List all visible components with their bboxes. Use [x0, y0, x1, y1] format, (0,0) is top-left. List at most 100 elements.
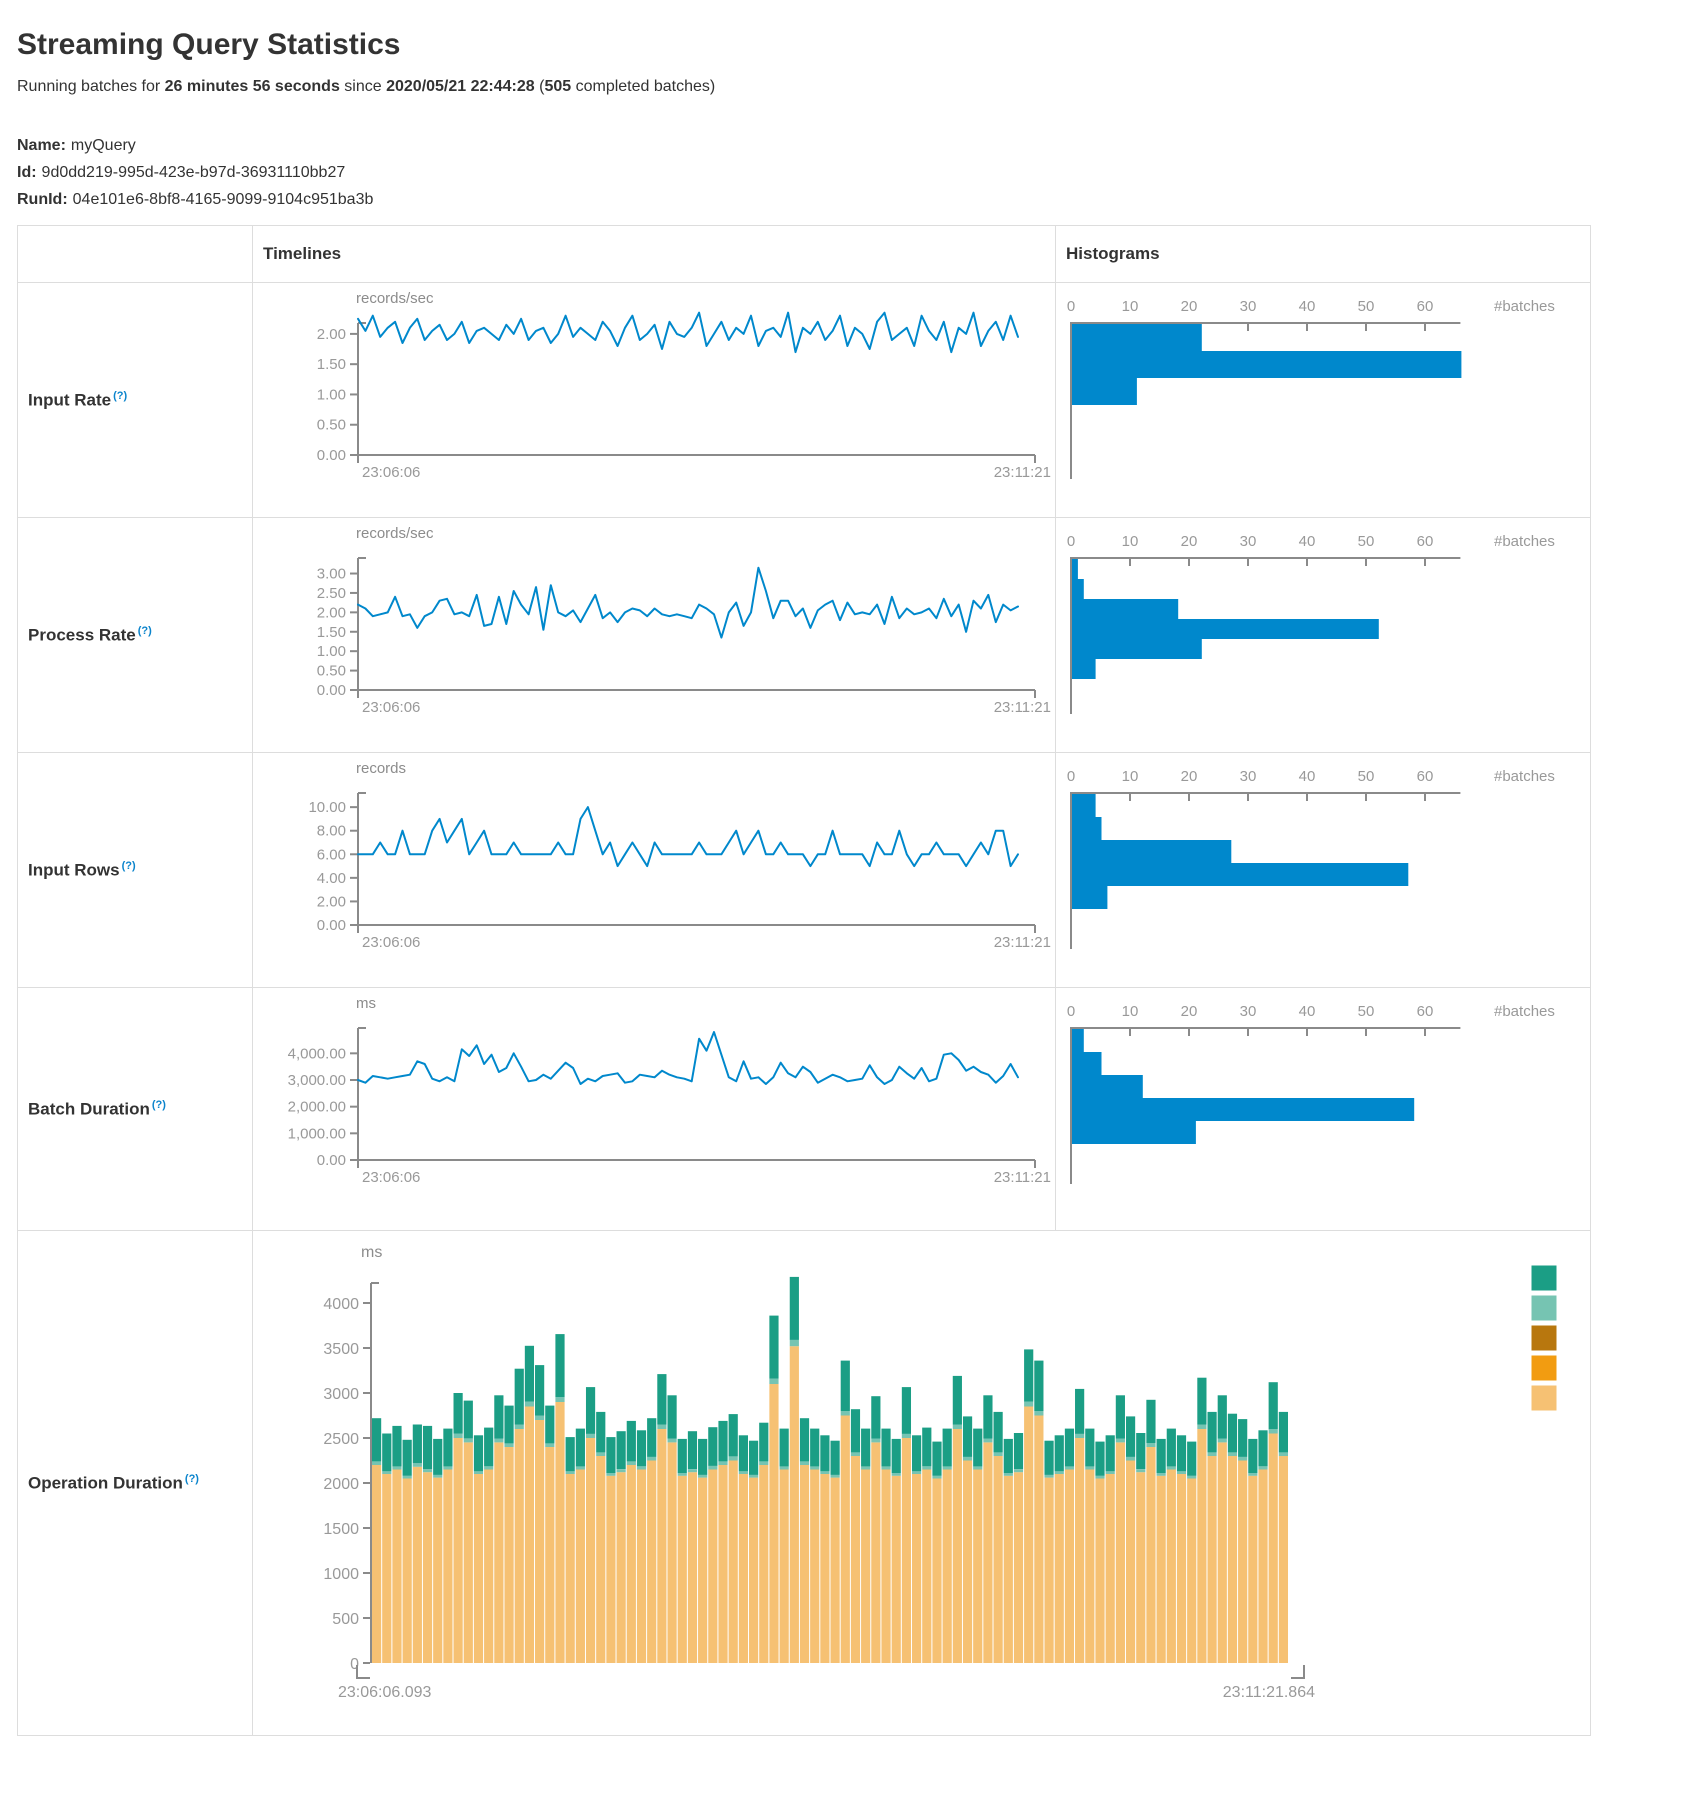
svg-text:30: 30: [1240, 768, 1257, 785]
svg-text:#batches: #batches: [1494, 1003, 1555, 1020]
svg-text:2000: 2000: [323, 1476, 359, 1493]
summary-mid: since: [340, 78, 386, 95]
process-rate-row: Process Rate(?) records/sec3.002.502.001…: [18, 518, 1591, 753]
svg-text:23:06:06: 23:06:06: [362, 464, 420, 481]
svg-text:60: 60: [1417, 533, 1434, 550]
svg-text:0.00: 0.00: [317, 447, 346, 464]
metric-column-header: [18, 226, 253, 283]
batch-duration-histogram-chart: 0102030405060#batches: [1056, 988, 1590, 1222]
svg-text:23:06:06: 23:06:06: [362, 1169, 420, 1186]
svg-text:1.50: 1.50: [317, 356, 346, 373]
query-name-label: Name:: [17, 137, 66, 154]
svg-text:23:06:06.093: 23:06:06.093: [338, 1684, 432, 1701]
svg-text:3,000.00: 3,000.00: [288, 1072, 346, 1089]
query-name-value: myQuery: [71, 137, 136, 154]
operation-duration-row: Operation Duration(?) ms4000350030002500…: [18, 1231, 1591, 1736]
input-rate-row: Input Rate(?) records/sec2.001.501.000.5…: [18, 283, 1591, 518]
svg-text:0: 0: [1067, 1003, 1075, 1020]
batch-duration-timeline-chart: ms4,000.003,000.002,000.001,000.000.0023…: [253, 988, 1055, 1222]
svg-text:50: 50: [1358, 768, 1375, 785]
row-label-input-rows: Input Rows(?): [18, 753, 253, 988]
svg-text:23:11:21: 23:11:21: [994, 1169, 1051, 1186]
svg-text:10: 10: [1122, 533, 1139, 550]
svg-text:50: 50: [1358, 533, 1375, 550]
svg-text:1.50: 1.50: [317, 624, 346, 641]
svg-text:10.00: 10.00: [308, 799, 346, 816]
svg-text:2,000.00: 2,000.00: [288, 1099, 346, 1116]
svg-text:3000: 3000: [323, 1386, 359, 1403]
query-id-line: Id: 9d0dd219-995d-423e-b97d-36931110bb27: [17, 159, 1676, 186]
column-header-timelines: Timelines: [253, 226, 1056, 283]
query-id-value: 9d0dd219-995d-423e-b97d-36931110bb27: [42, 164, 346, 181]
start-timestamp: 2020/05/21 22:44:28: [386, 78, 535, 95]
summary-suffix: completed batches): [571, 78, 715, 95]
svg-text:0: 0: [1067, 768, 1075, 785]
svg-text:4,000.00: 4,000.00: [288, 1045, 346, 1062]
help-icon-input-rate[interactable]: (?): [113, 390, 127, 402]
row-label-process-rate: Process Rate(?): [18, 518, 253, 753]
svg-text:10: 10: [1122, 1003, 1139, 1020]
summary-prefix: Running batches for: [17, 78, 165, 95]
completed-batch-count: 505: [544, 78, 571, 95]
svg-text:30: 30: [1240, 1003, 1257, 1020]
query-runid-line: RunId:04e101e6-8bf8-4165-9099-9104c951ba…: [17, 186, 1676, 213]
svg-text:2.00: 2.00: [317, 604, 346, 621]
svg-text:40: 40: [1299, 533, 1316, 550]
svg-text:40: 40: [1299, 1003, 1316, 1020]
query-runid-value: 04e101e6-8bf8-4165-9099-9104c951ba3b: [73, 191, 374, 208]
svg-text:50: 50: [1358, 298, 1375, 315]
page-title: Streaming Query Statistics: [17, 28, 1676, 62]
column-header-histograms: Histograms: [1056, 226, 1591, 283]
svg-text:30: 30: [1240, 298, 1257, 315]
row-label-operation-duration: Operation Duration(?): [18, 1231, 253, 1736]
svg-text:2.00: 2.00: [317, 326, 346, 343]
process-rate-timeline-chart: records/sec3.002.502.001.501.000.500.002…: [253, 518, 1055, 752]
svg-text:0.00: 0.00: [317, 917, 346, 934]
svg-text:500: 500: [332, 1611, 359, 1628]
svg-text:20: 20: [1181, 768, 1198, 785]
svg-text:0.50: 0.50: [317, 663, 346, 680]
svg-text:60: 60: [1417, 298, 1434, 315]
help-icon-batch-duration[interactable]: (?): [152, 1099, 166, 1111]
svg-text:4000: 4000: [323, 1296, 359, 1313]
svg-text:20: 20: [1181, 298, 1198, 315]
svg-text:2.50: 2.50: [317, 585, 346, 602]
svg-text:records: records: [356, 760, 406, 777]
svg-text:0.50: 0.50: [317, 417, 346, 434]
svg-text:23:11:21: 23:11:21: [994, 699, 1051, 716]
running-duration: 26 minutes 56 seconds: [165, 78, 340, 95]
input-rows-histogram-chart: 0102030405060#batches: [1056, 753, 1590, 987]
svg-text:1500: 1500: [323, 1521, 359, 1538]
svg-text:1000: 1000: [323, 1566, 359, 1583]
svg-text:3.00: 3.00: [317, 566, 346, 583]
svg-text:60: 60: [1417, 768, 1434, 785]
summary-paren: (: [535, 78, 545, 95]
svg-text:3500: 3500: [323, 1341, 359, 1358]
operation-duration-stacked-chart: ms4000350030002500200015001000500023:06:…: [253, 1231, 1590, 1735]
svg-text:0.00: 0.00: [317, 1152, 346, 1169]
svg-text:1.00: 1.00: [317, 643, 346, 660]
svg-text:10: 10: [1122, 768, 1139, 785]
svg-text:0: 0: [1067, 298, 1075, 315]
row-label-batch-duration: Batch Duration(?): [18, 988, 253, 1231]
summary-line: Running batches for 26 minutes 56 second…: [17, 78, 1676, 96]
process-rate-histogram-chart: 0102030405060#batches: [1056, 518, 1590, 752]
help-icon-input-rows[interactable]: (?): [122, 860, 136, 872]
query-name-line: Name: myQuery: [17, 132, 1676, 159]
svg-text:10: 10: [1122, 298, 1139, 315]
svg-text:0: 0: [1067, 533, 1075, 550]
svg-text:1,000.00: 1,000.00: [288, 1125, 346, 1142]
svg-text:23:11:21: 23:11:21: [994, 464, 1051, 481]
svg-text:60: 60: [1417, 1003, 1434, 1020]
svg-text:23:06:06: 23:06:06: [362, 699, 420, 716]
input-rate-histogram-chart: 0102030405060#batches: [1056, 283, 1590, 517]
svg-text:40: 40: [1299, 768, 1316, 785]
help-icon-operation-duration[interactable]: (?): [185, 1473, 199, 1485]
input-rows-timeline-chart: records10.008.006.004.002.000.0023:06:06…: [253, 753, 1055, 987]
row-label-input-rate: Input Rate(?): [18, 283, 253, 518]
svg-text:2500: 2500: [323, 1431, 359, 1448]
help-icon-process-rate[interactable]: (?): [138, 625, 152, 637]
query-id-label: Id:: [17, 164, 37, 181]
input-rows-row: Input Rows(?) records10.008.006.004.002.…: [18, 753, 1591, 988]
svg-text:50: 50: [1358, 1003, 1375, 1020]
